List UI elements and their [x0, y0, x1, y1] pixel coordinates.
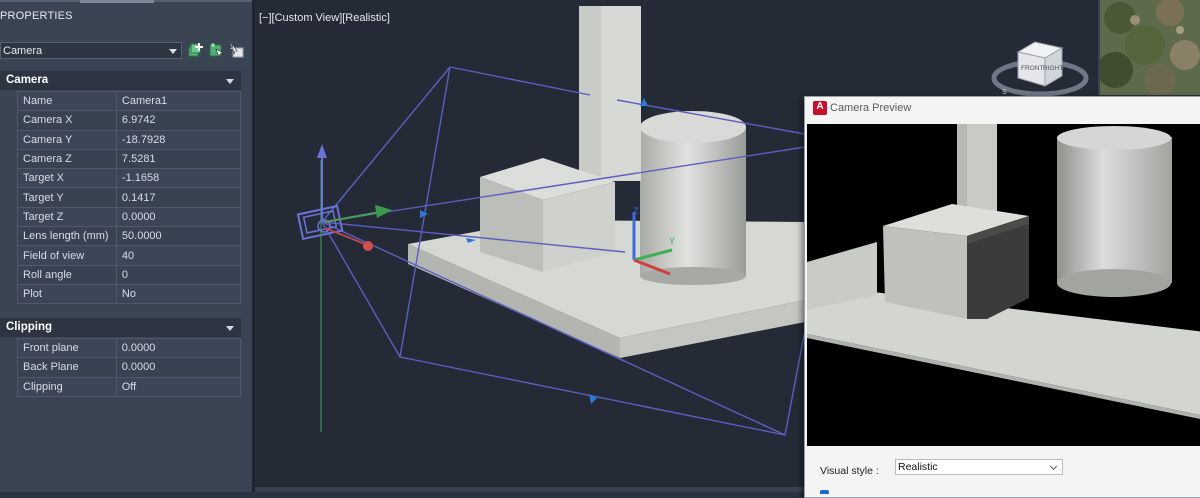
chevron-down-icon: [1049, 462, 1058, 471]
object-type-value: Camera: [3, 45, 43, 57]
property-row-roll-angle[interactable]: Roll angle 0: [17, 264, 242, 285]
clipping-properties-table: Front plane 0.0000 Back Plane 0.0000 Clipp…: [17, 337, 242, 397]
property-label: Camera Z: [17, 148, 117, 170]
property-label: Plot: [17, 283, 117, 305]
camera-section-header[interactable]: Camera: [0, 71, 241, 90]
property-label: Target X: [17, 168, 117, 189]
property-value[interactable]: No: [115, 283, 242, 305]
property-label: Lens length (mm): [17, 226, 117, 247]
object-type-dropdown[interactable]: Camera: [0, 42, 182, 59]
app-logo-icon: A: [813, 101, 827, 115]
property-label: Clipping: [17, 376, 117, 397]
display-dialog-checkbox[interactable]: [820, 490, 829, 494]
camera-glyph-icon[interactable]: [296, 144, 392, 432]
svg-text:Z: Z: [633, 206, 639, 216]
property-label: Roll angle: [17, 264, 117, 285]
palette-title: PROPERTIES: [0, 10, 73, 22]
camera-properties-table: Name Camera1 Camera X 6.9742 Camera Y -18.7…: [17, 90, 242, 305]
property-row-camera-y[interactable]: Camera Y -18.7928: [17, 129, 242, 150]
property-row-front-plane[interactable]: Front plane 0.0000: [17, 337, 242, 359]
column[interactable]: [579, 6, 641, 181]
property-value[interactable]: 0.0000: [115, 357, 242, 378]
property-row-target-x[interactable]: Target X -1.1658: [17, 168, 242, 189]
preview-render: [807, 124, 1200, 446]
add-selected-icon[interactable]: [188, 42, 204, 58]
property-row-lens-length[interactable]: Lens length (mm) 50.0000: [17, 226, 242, 247]
viewcube-front-label[interactable]: FRONT: [1021, 65, 1043, 72]
property-row-field-of-view[interactable]: Field of view 40: [17, 245, 242, 266]
clipping-section-title: Clipping: [6, 321, 52, 333]
property-value[interactable]: 40: [115, 245, 242, 266]
viewport-controls-label[interactable]: [−][Custom View][Realistic]: [259, 12, 390, 24]
property-value[interactable]: 50.0000: [115, 226, 242, 247]
property-value[interactable]: Off: [115, 376, 242, 397]
property-row-target-y[interactable]: Target Y 0.1417: [17, 187, 242, 208]
property-row-camera-z[interactable]: Camera Z 7.5281: [17, 148, 242, 170]
property-value[interactable]: 0.0000: [115, 337, 242, 359]
property-value[interactable]: 6.9742: [115, 110, 242, 131]
cylinder[interactable]: [640, 111, 746, 285]
property-label: Camera X: [17, 110, 117, 131]
clipping-section-header[interactable]: Clipping: [0, 318, 241, 337]
property-label: Camera Y: [17, 129, 117, 150]
collapse-chevron-icon: [226, 326, 234, 331]
viewcube[interactable]: FRONT RIGHT S: [991, 41, 1089, 97]
property-label: Target Y: [17, 187, 117, 208]
camera-section-title: Camera: [6, 74, 49, 86]
property-row-name[interactable]: Name Camera1: [17, 90, 242, 112]
viewcube-right-label[interactable]: RIGHT: [1043, 65, 1063, 72]
chevron-down-icon: [169, 49, 177, 54]
property-label: Front plane: [17, 337, 117, 359]
property-label: Target Z: [17, 206, 117, 228]
aerial-photo-image: [1100, 0, 1200, 95]
svg-text:Y: Y: [669, 236, 675, 246]
property-value[interactable]: Camera1: [115, 90, 242, 112]
property-row-back-plane[interactable]: Back Plane 0.0000: [17, 357, 242, 378]
toggle-pickadd-icon[interactable]: 1: [228, 42, 244, 58]
property-row-clipping[interactable]: Clipping Off: [17, 376, 242, 397]
camera-preview-dialog[interactable]: A Camera Preview Visual style: Realisti…: [804, 96, 1200, 498]
quick-select-icon[interactable]: [208, 42, 224, 58]
visual-style-value: Realistic: [898, 461, 938, 473]
property-label: Field of view: [17, 245, 117, 266]
collapse-chevron-icon: [226, 79, 234, 84]
property-row-camera-x[interactable]: Camera X 6.9742: [17, 110, 242, 131]
property-value[interactable]: 7.5281: [115, 148, 242, 170]
property-row-plot[interactable]: Plot No: [17, 283, 242, 305]
property-label: Back Plane: [17, 357, 117, 378]
visual-style-dropdown[interactable]: Realistic: [895, 459, 1063, 475]
property-label: Name: [17, 90, 117, 112]
properties-palette: PROPERTIES Camera 1 Camera Name Camera1 C…: [0, 0, 255, 492]
palette-tab-indicator: [80, 0, 154, 3]
property-value[interactable]: 0.1417: [115, 187, 242, 208]
property-value[interactable]: 0.0000: [115, 206, 242, 228]
property-row-target-z[interactable]: Target Z 0.0000: [17, 206, 242, 228]
compass-south-label[interactable]: S: [1002, 89, 1007, 96]
viewport-bottom-edge: [255, 487, 815, 492]
property-value[interactable]: 0: [115, 264, 242, 285]
dialog-titlebar[interactable]: A Camera Preview: [805, 97, 1200, 123]
property-value[interactable]: -18.7928: [115, 129, 242, 150]
property-value[interactable]: -1.1658: [115, 168, 242, 189]
dialog-title: Camera Preview: [830, 102, 912, 114]
visual-style-label: Visual style :: [820, 465, 879, 477]
camera-preview-canvas: [807, 124, 1200, 446]
